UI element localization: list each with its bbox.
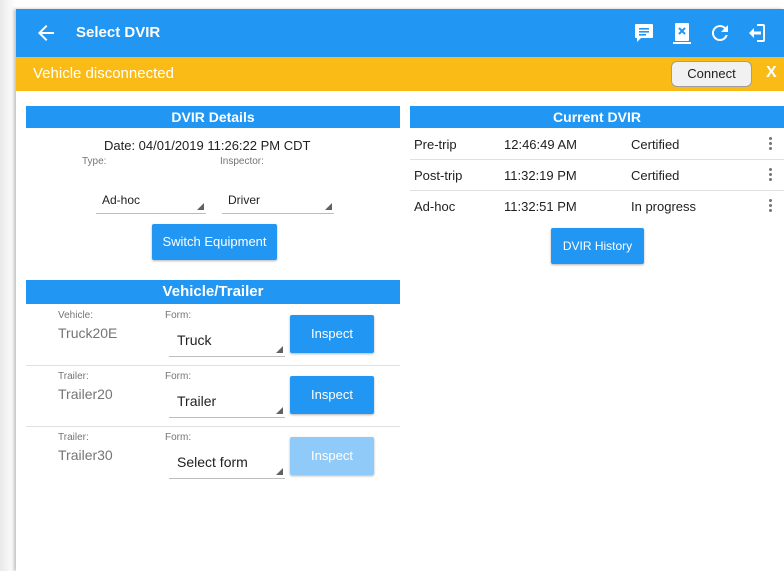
dvir-type: Ad-hoc xyxy=(414,199,456,214)
inspect-button[interactable]: Inspect xyxy=(290,376,374,414)
inspect-button-disabled: Inspect xyxy=(290,437,374,475)
dropdown-arrow-icon xyxy=(197,203,204,210)
switch-equipment-button[interactable]: Switch Equipment xyxy=(152,224,277,260)
close-banner-button[interactable]: X xyxy=(766,64,777,82)
current-dvir-header: Current DVIR xyxy=(410,106,784,128)
dvir-row[interactable]: Ad-hoc 11:32:51 PM In progress xyxy=(410,191,784,222)
dvir-row[interactable]: Pre-trip 12:46:49 AM Certified xyxy=(410,129,784,160)
more-options-icon[interactable] xyxy=(765,167,775,183)
dropdown-arrow-icon xyxy=(276,407,283,414)
more-options-icon[interactable] xyxy=(765,198,775,214)
divider xyxy=(26,365,400,366)
connection-banner: Vehicle disconnected Connect X xyxy=(16,57,784,91)
dropdown-arrow-icon xyxy=(276,346,283,353)
back-arrow-icon[interactable] xyxy=(34,21,58,45)
trailer-name: Trailer20 xyxy=(58,386,113,402)
screen: Select DVIR Vehicle disconnected Connect… xyxy=(0,0,784,571)
export-icon[interactable] xyxy=(670,21,694,45)
form-label: Form: xyxy=(165,432,192,443)
trailer-name: Trailer30 xyxy=(58,447,113,463)
message-icon[interactable] xyxy=(632,21,656,45)
inspector-value: Driver xyxy=(228,193,260,207)
more-options-icon[interactable] xyxy=(765,136,775,152)
refresh-icon[interactable] xyxy=(708,21,732,45)
trailer-kind-label: Trailer: xyxy=(58,371,89,382)
form-select[interactable]: Trailer xyxy=(169,382,285,418)
inspector-label: Inspector: xyxy=(220,156,264,167)
form-select[interactable]: Truck xyxy=(169,321,285,357)
dvir-details-header: DVIR Details xyxy=(26,106,400,128)
form-label: Form: xyxy=(165,371,192,382)
form-value: Truck xyxy=(177,332,212,348)
type-value: Ad-hoc xyxy=(102,193,141,207)
form-label: Form: xyxy=(165,310,192,321)
form-value: Select form xyxy=(177,454,248,470)
dvir-time: 12:46:49 AM xyxy=(504,137,577,152)
dvir-history-button[interactable]: DVIR History xyxy=(551,228,644,264)
dvir-date: Date: 04/01/2019 11:26:22 PM CDT xyxy=(104,138,311,153)
page-title: Select DVIR xyxy=(76,24,161,41)
dvir-status: Certified xyxy=(631,137,680,152)
logout-icon[interactable] xyxy=(744,21,768,45)
form-value: Trailer xyxy=(177,393,217,409)
background-edge xyxy=(0,0,16,571)
divider xyxy=(26,426,400,427)
dvir-time: 11:32:19 PM xyxy=(504,168,577,183)
dvir-type: Post-trip xyxy=(414,168,463,183)
app-window: Select DVIR Vehicle disconnected Connect… xyxy=(16,9,784,571)
vehicle-trailer-header: Vehicle/Trailer xyxy=(26,280,400,304)
vehicle-kind-label: Vehicle: xyxy=(58,310,94,321)
dropdown-arrow-icon xyxy=(276,468,283,475)
dropdown-arrow-icon xyxy=(325,203,332,210)
dvir-status: Certified xyxy=(631,168,680,183)
connect-button[interactable]: Connect xyxy=(671,61,752,87)
app-bar: Select DVIR xyxy=(16,9,784,57)
inspect-button[interactable]: Inspect xyxy=(290,315,374,353)
dvir-type: Pre-trip xyxy=(414,137,457,152)
dvir-row[interactable]: Post-trip 11:32:19 PM Certified xyxy=(410,160,784,191)
banner-message: Vehicle disconnected xyxy=(33,65,174,82)
inspector-select[interactable]: Driver xyxy=(222,184,334,214)
type-select[interactable]: Ad-hoc xyxy=(96,184,206,214)
dvir-time: 11:32:51 PM xyxy=(504,199,577,214)
form-select[interactable]: Select form xyxy=(169,443,285,479)
trailer-kind-label: Trailer: xyxy=(58,432,89,443)
type-label: Type: xyxy=(82,156,107,167)
vehicle-name: Truck20E xyxy=(58,325,118,341)
dvir-status: In progress xyxy=(631,199,697,214)
